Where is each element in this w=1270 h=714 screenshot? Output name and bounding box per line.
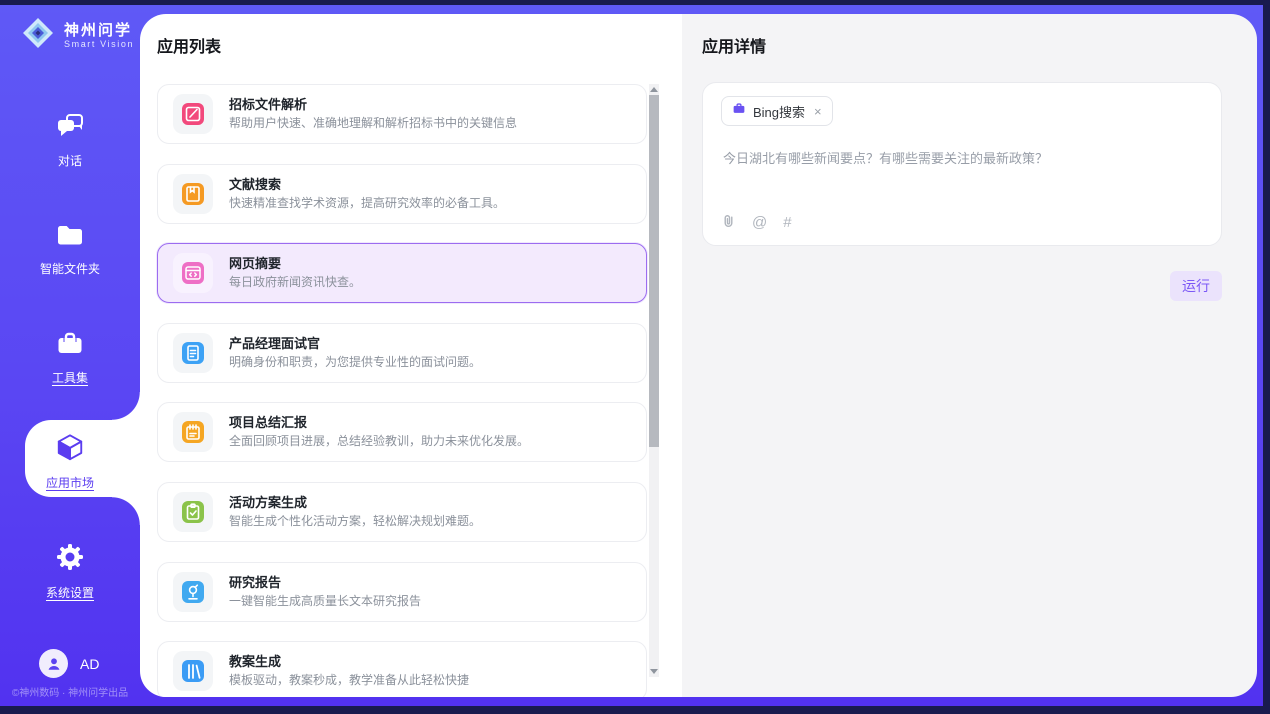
sidebar-item-smart-folder[interactable]: 智能文件夹 [0,222,140,277]
scroll-up-icon[interactable] [650,87,658,92]
app-card-selected[interactable]: 网页摘要 每日政府新闻资讯快查。 [157,243,647,303]
sidebar-item-label: 工具集 [52,369,88,386]
sidebar-item-settings[interactable]: 系统设置 [0,542,140,601]
clipboard-check-icon [182,501,204,523]
user-initials: AD [80,656,99,672]
gear-icon [55,542,85,577]
app-name: 教案生成 [229,655,469,669]
briefcase-icon [732,102,746,120]
app-name: 网页摘要 [229,257,361,271]
app-card[interactable]: 研究报告 一键智能生成高质量长文本研究报告 [157,562,647,622]
nav-highlight-curve-top [112,392,140,420]
app-name: 项目总结汇报 [229,416,529,430]
app-card[interactable]: 产品经理面试官 明确身份和职责，为您提供专业性的面试问题。 [157,323,647,383]
cube-icon [54,432,86,467]
sidebar-item-toolset[interactable]: 工具集 [0,330,140,386]
composer-toolbar: @ # [721,213,792,233]
sidebar-item-chat[interactable]: 对话 [0,112,140,169]
topic-hash-icon[interactable]: # [783,215,791,231]
briefcase-icon [55,330,85,362]
app-icon-box [173,94,213,134]
app-card[interactable]: 活动方案生成 智能生成个性化活动方案，轻松解决规划难题。 [157,482,647,542]
run-button[interactable]: 运行 [1170,271,1222,301]
content-area: 应用列表 招标文件解析 帮助用户快速、准确地理解和解析招标书中的关键信息 [140,14,1257,697]
app-card[interactable]: 教案生成 模板驱动，教案秒成，教学准备从此轻松快捷 [157,641,647,697]
brand-name: 神州问学 [64,22,134,39]
app-name: 活动方案生成 [229,496,481,510]
remove-tool-icon[interactable]: × [814,104,822,119]
app-icon-box [173,333,213,373]
interview-doc-icon [182,342,204,364]
folder-icon [55,222,85,253]
app-description: 明确身份和职责，为您提供专业性的面试问题。 [229,356,481,369]
chat-icon [55,112,85,145]
user-account[interactable]: AD [39,649,99,678]
app-name: 文献搜索 [229,178,505,192]
nav-highlight-curve-bottom [112,497,140,525]
brand-logo: 神州问学 Smart Vision [20,15,134,56]
app-name: 招标文件解析 [229,98,517,112]
paperclip-icon[interactable] [721,213,736,233]
app-description: 一键智能生成高质量长文本研究报告 [229,595,421,608]
avatar [39,649,68,678]
app-icon-box [173,651,213,691]
app-card-list: 招标文件解析 帮助用户快速、准确地理解和解析招标书中的关键信息 文献搜索 快速精… [157,84,647,697]
app-list-scrollbar[interactable] [649,84,659,677]
app-icon-box [173,253,213,293]
app-list-title: 应用列表 [157,40,221,56]
app-name: 产品经理面试官 [229,337,481,351]
sidebar-item-app-market[interactable]: 应用市场 [0,432,140,491]
scroll-down-icon[interactable] [650,669,658,674]
tool-tag-label: Bing搜索 [753,102,805,121]
app-description: 智能生成个性化活动方案，轻松解决规划难题。 [229,515,481,528]
app-detail-title: 应用详情 [702,40,766,56]
app-icon-box [173,174,213,214]
tool-tag-bing-search[interactable]: Bing搜索 × [721,96,833,126]
app-icon-box [173,572,213,612]
mention-icon[interactable]: @ [752,215,767,231]
app-description: 模板驱动，教案秒成，教学准备从此轻松快捷 [229,674,469,687]
microscope-icon [182,581,204,603]
app-icon-box [173,412,213,452]
prompt-composer[interactable]: Bing搜索 × 今日湖北有哪些新闻要点？有哪些需要关注的最新政策？ @ # [702,82,1222,246]
app-description: 快速精准查找学术资源，提高研究效率的必备工具。 [229,197,505,210]
browser-code-icon [182,262,204,284]
sidebar-item-label: 智能文件夹 [40,260,100,277]
app-detail-panel: 应用详情 Bing搜索 × 今日湖北有哪些新闻要点？有哪些需要关注的最新政策？ [682,14,1257,697]
copyright-text: ©神州数码 · 神州问学出品 [0,684,140,699]
app-name: 研究报告 [229,576,421,590]
sidebar-item-label: 对话 [58,152,82,169]
app-card[interactable]: 招标文件解析 帮助用户快速、准确地理解和解析招标书中的关键信息 [157,84,647,144]
edit-document-icon [182,103,204,125]
books-icon [182,660,204,682]
app-list-panel: 应用列表 招标文件解析 帮助用户快速、准确地理解和解析招标书中的关键信息 [140,14,682,697]
notepad-icon [182,421,204,443]
scrollbar-thumb[interactable] [649,95,659,447]
app-description: 帮助用户快速、准确地理解和解析招标书中的关键信息 [229,117,517,130]
app-description: 每日政府新闻资讯快查。 [229,276,361,289]
app-card[interactable]: 项目总结汇报 全面回顾项目进展，总结经验教训，助力未来优化发展。 [157,402,647,462]
app-card[interactable]: 文献搜索 快速精准查找学术资源，提高研究效率的必备工具。 [157,164,647,224]
book-icon [182,183,204,205]
sidebar-item-label: 系统设置 [46,584,94,601]
app-description: 全面回顾项目进展，总结经验教训，助力未来优化发展。 [229,435,529,448]
sidebar-item-label: 应用市场 [46,474,94,491]
brand-subtitle: Smart Vision [64,39,134,50]
prompt-input[interactable]: 今日湖北有哪些新闻要点？有哪些需要关注的最新政策？ [723,149,1201,168]
app-icon-box [173,492,213,532]
diamond-logo-icon [20,15,56,56]
